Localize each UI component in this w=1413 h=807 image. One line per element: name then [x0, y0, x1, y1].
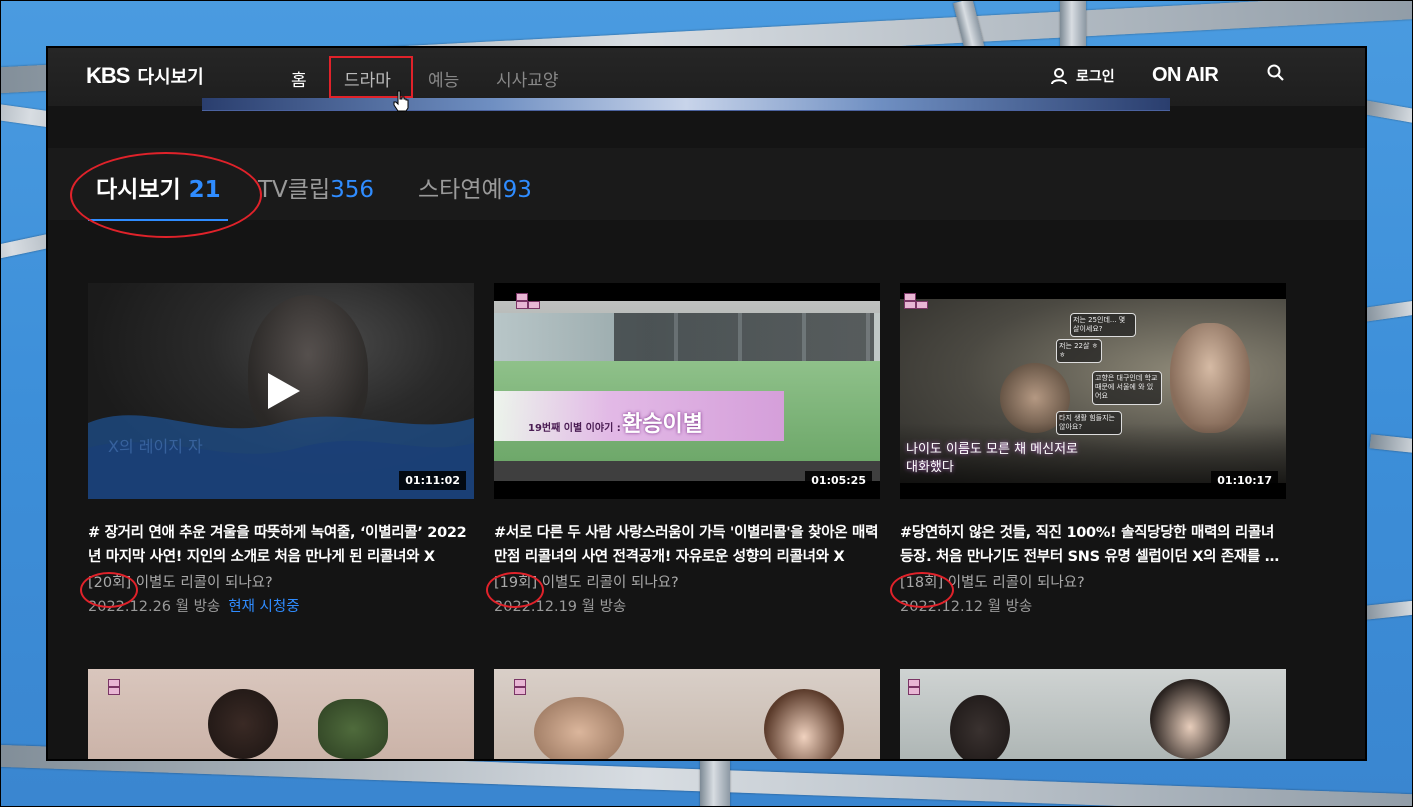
duration-badge: 01:10:17 [1211, 471, 1278, 490]
episode-thumbnail[interactable] [88, 669, 474, 759]
chat-bubble: 저는 22살 ㅎㅎ [1056, 339, 1102, 363]
thumbnail-caption-big: 환승이별 [622, 412, 703, 437]
play-icon[interactable] [266, 371, 302, 411]
tab-star-entertainment[interactable]: 스타연예93 [418, 170, 532, 204]
annotation-ellipse-ep20 [80, 572, 138, 608]
login-button[interactable]: 로그인 [1050, 66, 1115, 86]
episode-card-row2-3[interactable] [900, 669, 1286, 759]
broadcast-date-line: 2022.12.19 월 방송 [494, 596, 880, 618]
nav-item-current-affairs[interactable]: 시사교양 [496, 66, 559, 91]
episode-program-title: 이별도 리콜이 되나요? [131, 575, 273, 591]
chat-bubble: 고향은 대구인데 학교 때문에 서울에 와 있어요 [1092, 371, 1162, 405]
episode-info: [19회] 이별도 리콜이 되나요? [494, 572, 880, 594]
hand-cursor-icon [393, 90, 409, 112]
annotation-ellipse-ep19 [486, 572, 544, 608]
annotation-ellipse-tab [70, 152, 262, 238]
thumbnail-caption: X의 레이지 자 [108, 437, 203, 456]
logo-sub-text: 다시보기 [137, 67, 204, 88]
user-icon [1051, 68, 1067, 85]
episode-thumbnail[interactable]: 19번째 이별 이야기 : 환승이별 01:05:25 [494, 283, 880, 499]
episode-thumbnail[interactable]: X의 레이지 자 01:11:02 [88, 283, 474, 499]
episode-program-title: 이별도 리콜이 되나요? [537, 575, 679, 591]
episode-thumbnail[interactable] [900, 669, 1286, 759]
duration-badge: 01:11:02 [399, 471, 466, 490]
episode-title[interactable]: # 장거리 연애 추운 겨울을 따뜻하게 녹여줄, ‘이별리콜’ 2022년 마… [88, 521, 474, 569]
logo-kbs-text: KBS [86, 63, 130, 88]
duration-badge: 01:05:25 [805, 471, 872, 490]
chat-bubble: 저는 25인데... 몇 살이세요? [1070, 313, 1136, 337]
top-banner-strip [202, 98, 1170, 111]
tab-tv-clip[interactable]: TV클립356 [258, 170, 374, 204]
tab-tv-clip-label: TV클립 [258, 177, 331, 203]
episode-thumbnail[interactable]: 저는 25인데... 몇 살이세요? 저는 22살 ㅎㅎ 고향은 대구인데 학교… [900, 283, 1286, 499]
kbs-replay-window: KBS 다시보기 홈 드라마 예능 시사교양 로그인 ON AIR 다시보기 2… [46, 46, 1367, 761]
tab-star-count: 93 [502, 177, 532, 203]
episode-title[interactable]: #당연하지 않은 것들, 직진 100%! 솔직당당한 매력의 리콜녀 등장. … [900, 521, 1286, 569]
nav-item-variety[interactable]: 예능 [428, 66, 459, 91]
episode-thumbnail[interactable] [494, 669, 880, 759]
onair-link[interactable]: ON AIR [1152, 64, 1219, 87]
episode-card-19[interactable]: 19번째 이별 이야기 : 환승이별 01:05:25 #서로 다른 두 사람 … [494, 283, 880, 618]
thumbnail-caption-small: 19번째 이별 이야기 : [528, 423, 621, 434]
episode-card-20[interactable]: X의 레이지 자 01:11:02 # 장거리 연애 추운 겨울을 따뜻하게 녹… [88, 283, 474, 618]
search-icon[interactable] [1266, 63, 1286, 83]
kbs-logo[interactable]: KBS 다시보기 [86, 63, 204, 89]
episode-info: [18회] 이별도 리콜이 되나요? [900, 572, 1286, 594]
thumbnail-caption: 나이도 이름도 모른 채 메신저로 대화했다 [906, 442, 1079, 475]
broadcast-date-line: 2022.12.12 월 방송 [900, 596, 1286, 618]
episode-card-18[interactable]: 저는 25인데... 몇 살이세요? 저는 22살 ㅎㅎ 고향은 대구인데 학교… [900, 283, 1286, 618]
watching-status: 현재 시청중 [228, 599, 300, 615]
episode-card-row2-2[interactable] [494, 669, 880, 759]
nav-item-home[interactable]: 홈 [291, 66, 307, 91]
tab-tv-clip-count: 356 [330, 177, 375, 203]
episode-title[interactable]: #서로 다른 두 사람 사랑스러움이 가득 '이별리콜'을 찾아온 매력만점 리… [494, 521, 880, 569]
episode-program-title: 이별도 리콜이 되나요? [943, 575, 1085, 591]
chat-bubble: 타지 생활 힘들지는 않아요? [1056, 411, 1122, 435]
broadcast-date-line: 2022.12.26 월 방송 현재 시청중 [88, 596, 474, 618]
episode-card-row2-1[interactable] [88, 669, 474, 759]
login-label: 로그인 [1076, 69, 1115, 85]
annotation-ellipse-ep18 [890, 572, 954, 608]
episode-info: [20회] 이별도 리콜이 되나요? [88, 572, 474, 594]
tab-star-label: 스타연예 [418, 177, 503, 203]
